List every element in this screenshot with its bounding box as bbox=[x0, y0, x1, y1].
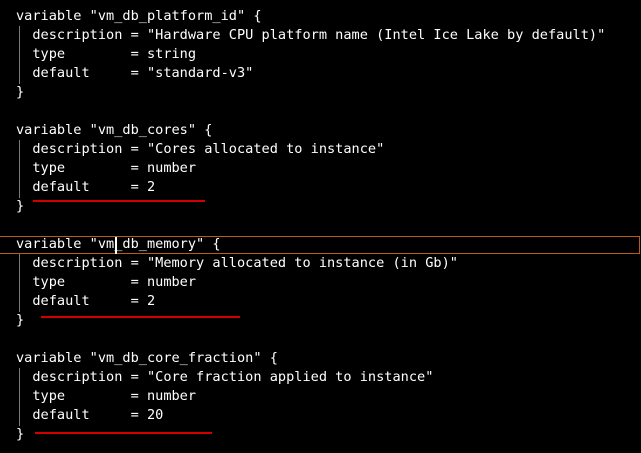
code-line[interactable]: default = 2 bbox=[16, 178, 155, 197]
code-line[interactable]: description = "Memory allocated to insta… bbox=[16, 254, 458, 273]
code-line[interactable]: type = string bbox=[16, 45, 196, 64]
code-line[interactable]: description = "Hardware CPU platform nam… bbox=[16, 26, 605, 45]
code-line[interactable]: default = "standard-v3" bbox=[16, 64, 253, 83]
code-line[interactable]: variable "vm_db_core_fraction" { bbox=[16, 349, 278, 368]
code-line[interactable]: default = 20 bbox=[16, 406, 163, 425]
code-line[interactable]: variable "vm_db_cores" { bbox=[16, 121, 212, 140]
code-line[interactable]: default = 2 bbox=[16, 292, 155, 311]
code-line[interactable]: type = number bbox=[16, 159, 196, 178]
code-line[interactable]: description = "Cores allocated to instan… bbox=[16, 140, 384, 159]
code-line[interactable]: variable "vm_db_memory" { bbox=[16, 235, 221, 254]
code-line[interactable]: } bbox=[16, 83, 24, 102]
code-line[interactable]: } bbox=[16, 197, 24, 216]
code-line[interactable]: description = "Core fraction applied to … bbox=[16, 368, 433, 387]
red-underline-mark bbox=[35, 432, 212, 434]
code-line[interactable]: variable "vm_db_platform_id" { bbox=[16, 7, 262, 26]
code-line[interactable]: } bbox=[16, 311, 24, 330]
terminal-editor[interactable]: variable "vm_db_platform_id" { descripti… bbox=[0, 0, 641, 453]
code-line[interactable]: type = number bbox=[16, 387, 196, 406]
red-underline-mark bbox=[41, 316, 240, 318]
code-line[interactable]: } bbox=[16, 425, 24, 444]
code-line[interactable]: type = number bbox=[16, 273, 196, 292]
red-underline-mark bbox=[33, 200, 205, 202]
text-cursor bbox=[115, 237, 117, 254]
